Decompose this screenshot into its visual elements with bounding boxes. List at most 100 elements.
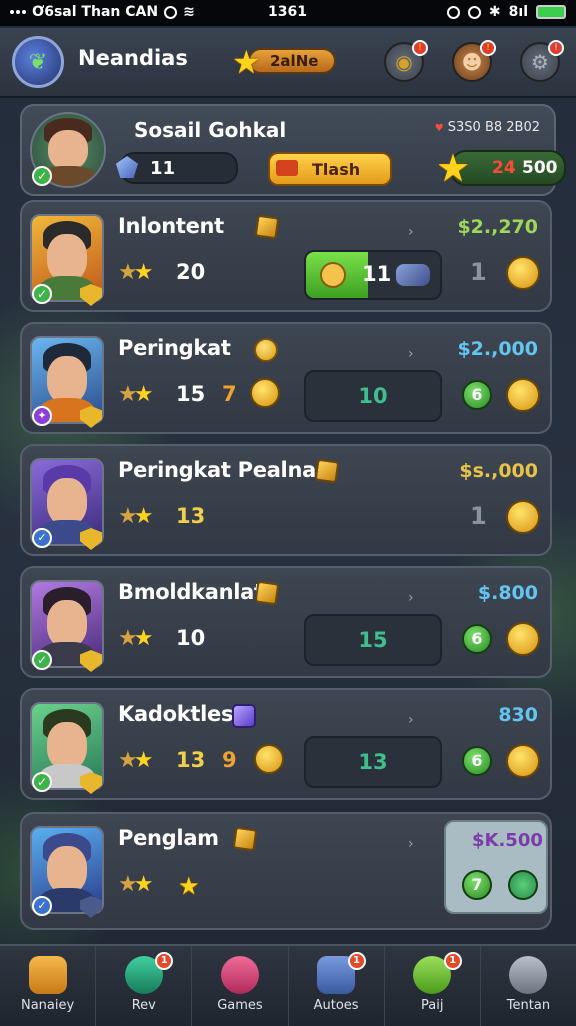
profile-top-right-value: S3S0 B8 2B02 xyxy=(447,120,540,135)
level-circle: 6 xyxy=(462,746,492,776)
coin-icon xyxy=(506,744,540,778)
nav-label: Tentan xyxy=(506,998,551,1013)
list-item[interactable]: ✓ Peringkat Pealnan $s.,000 ★★ 13 1 xyxy=(20,444,552,556)
profile-card[interactable]: ✓ Sosail Gohkal ♥ S3S0 B8 2B02 11 Tlash … xyxy=(20,104,566,196)
nav-item-autoes[interactable]: 1 Autoes xyxy=(289,946,385,1026)
status-right: ✱ 8ıl xyxy=(446,4,566,20)
profile-top-right-text: ♥ S3S0 B8 2B02 xyxy=(435,120,540,135)
tlash-button-label: Tlash xyxy=(312,160,361,179)
reward-panel[interactable]: $K.500 7 xyxy=(444,820,548,914)
ticket-icon xyxy=(276,160,298,176)
list-item[interactable]: ✦ Peringkat › $2.,000 ★★ 15 7 10 6 xyxy=(20,322,552,434)
class-badge-icon: ✓ xyxy=(32,896,52,916)
nav-item-tentan[interactable]: Tentan xyxy=(481,946,576,1026)
coin-icon xyxy=(506,622,540,656)
class-badge-icon: ✓ xyxy=(32,528,52,548)
chevron-right-icon: › xyxy=(408,224,414,240)
status-left: Ơ6sal Than CAN ≋ xyxy=(10,4,195,20)
chevron-right-icon: › xyxy=(408,836,414,852)
heart-gem-icon xyxy=(220,956,259,994)
nav-label: Nanaiey xyxy=(20,998,75,1013)
verified-check-icon: ✓ xyxy=(32,650,52,670)
item-name: Inlontent xyxy=(118,214,224,238)
level-circle: 6 xyxy=(462,624,492,654)
app-title: Neandias xyxy=(78,46,188,70)
nav-item-home[interactable]: Nanaiey xyxy=(0,946,97,1026)
coin-icon xyxy=(506,500,540,534)
item-secondary-count: 9 xyxy=(222,748,237,772)
nav-label: Paij xyxy=(421,998,444,1013)
nav-item-rev[interactable]: 1 Rev xyxy=(96,946,193,1026)
signal-icon xyxy=(10,10,26,14)
avatar-button[interactable]: ☻ ! xyxy=(452,40,496,82)
verified-check-icon: ✓ xyxy=(32,772,52,792)
item-name: Kadoktles xyxy=(118,702,234,726)
info-icon xyxy=(467,5,481,19)
item-secondary-count: 7 xyxy=(222,382,237,406)
gold-cube-icon xyxy=(232,826,258,852)
item-count: 13 xyxy=(176,504,206,528)
rank-shield-icon xyxy=(80,772,102,794)
status-bar: Ơ6sal Than CAN ≋ 1361 ✱ 8ıl xyxy=(0,0,576,26)
reward-slot[interactable]: 15 xyxy=(304,614,442,666)
nav-item-paij[interactable]: 1 Paij xyxy=(385,946,481,1026)
gem-count: 11 xyxy=(150,158,176,179)
list-item[interactable]: ✓ Inlontent › $2.,270 ★★ 20 11 1 xyxy=(20,200,552,312)
currency-pill[interactable]: ★ 2alNe xyxy=(232,43,336,81)
settings-button[interactable]: ⚙ ! xyxy=(520,40,564,82)
top-bar: ❦ Neandias ★ 2alNe ◉ ! ☻ ! ⚙ ! xyxy=(0,28,576,98)
score-pill: ★ 24 500 xyxy=(436,146,566,190)
score-white-value: 500 xyxy=(522,158,558,178)
star-icon: ★ xyxy=(232,43,261,81)
reward-slot-value: 10 xyxy=(358,384,388,408)
item-name: Penglam xyxy=(118,826,219,850)
reward-panel-amount-text: $K.500 xyxy=(472,830,543,851)
purple-dice-icon xyxy=(232,704,256,728)
reward-slot[interactable]: 10 xyxy=(304,370,442,422)
coin-icon xyxy=(506,378,540,412)
tlash-button[interactable]: Tlash xyxy=(268,152,392,186)
avatar-face xyxy=(47,846,87,894)
app-logo[interactable]: ❦ xyxy=(12,36,64,88)
list-item[interactable]: ✓ Penglam › ★★ ★ $K.500 7 xyxy=(20,812,552,930)
item-count: 15 xyxy=(176,382,206,406)
item-name: Bmoldkanlat xyxy=(118,580,264,604)
verified-check-icon: ✓ xyxy=(32,284,52,304)
item-count: 10 xyxy=(176,626,206,650)
item-name: Peringkat Pealnan xyxy=(118,458,331,482)
list-item[interactable]: ✓ Bmoldkanlat › $.800 ★★ 10 15 6 xyxy=(20,566,552,678)
nav-label: Games xyxy=(217,998,263,1013)
wifi-icon: ≋ xyxy=(183,4,195,20)
avatar-face xyxy=(47,600,87,648)
side-digit: 1 xyxy=(470,502,487,530)
alarm-icon xyxy=(446,5,460,19)
battery-icon xyxy=(536,5,566,19)
notification-badge: ! xyxy=(480,40,496,56)
star-icon: ★ xyxy=(436,146,471,190)
star-rating: ★★ xyxy=(118,382,153,407)
item-count: 20 xyxy=(176,260,206,284)
heart-icon: ♥ xyxy=(434,123,444,134)
nav-label: Rev xyxy=(131,998,156,1013)
gem-cluster-icon xyxy=(396,264,430,286)
reward-slot[interactable]: 11 xyxy=(304,250,442,300)
avatar-face xyxy=(47,356,87,404)
reward-slot-value: 13 xyxy=(358,750,388,774)
coin-icon: ◉ xyxy=(395,50,413,74)
sync-icon xyxy=(164,5,178,19)
coin-icon xyxy=(506,256,540,290)
nav-item-games[interactable]: Games xyxy=(192,946,289,1026)
rank-shield-icon xyxy=(80,528,102,550)
rank-shield-icon xyxy=(80,650,102,672)
green-coin-icon xyxy=(508,870,538,900)
list-item[interactable]: ✓ Kadoktles › 830 ★★ 13 9 13 6 xyxy=(20,688,552,800)
rank-shield-icon xyxy=(80,406,102,428)
notification-badge: 1 xyxy=(443,952,462,970)
item-name: Peringkat xyxy=(118,336,231,360)
bluetooth-icon: ✱ xyxy=(488,4,501,20)
avatar-face xyxy=(47,234,87,282)
star-rating: ★★ xyxy=(118,748,153,773)
leaf-icon: ❦ xyxy=(28,49,48,75)
reward-slot[interactable]: 13 xyxy=(304,736,442,788)
coin-shop-button[interactable]: ◉ ! xyxy=(384,40,428,82)
